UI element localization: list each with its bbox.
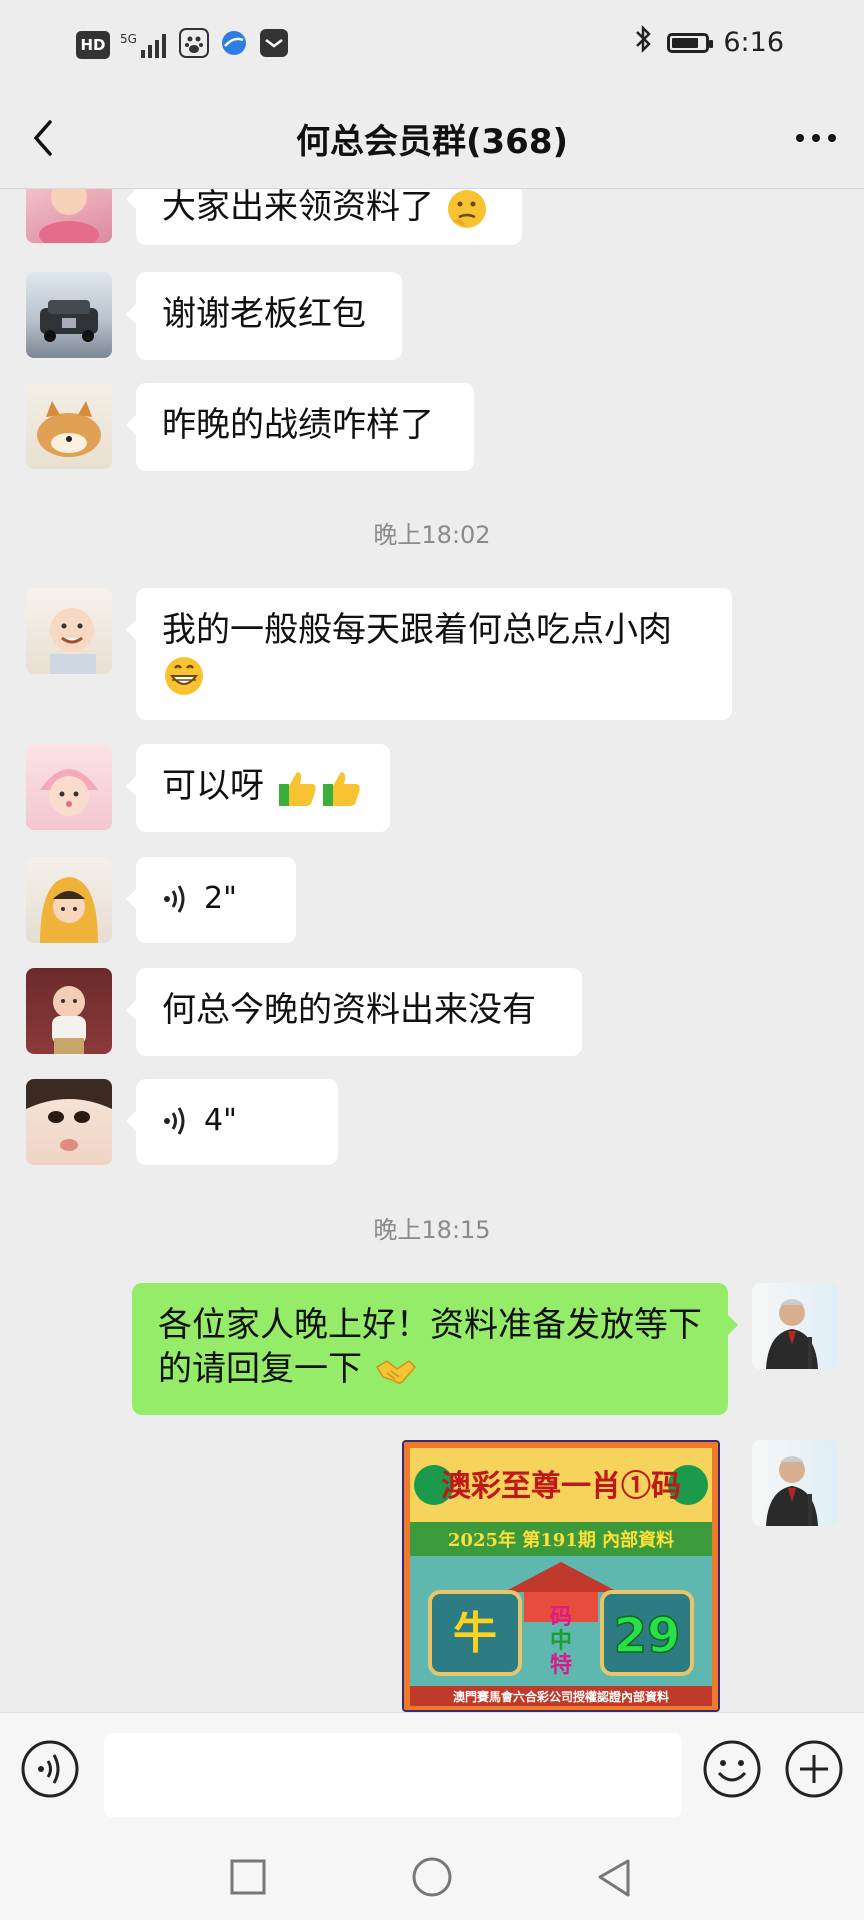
message-bubble[interactable]: 何总今晚的资料出来没有 <box>126 968 582 1056</box>
message-bubble[interactable]: 谢谢老板红包 <box>126 272 402 360</box>
avatar-child-face[interactable] <box>26 1079 112 1165</box>
message-text: 昨晚的战绩咋样了 <box>162 405 434 445</box>
chat-message-list[interactable]: 大家出来领资料了 谢谢老板红包 昨晚的战绩咋样了 晚上18:02 我的一般般每天… <box>0 189 864 1712</box>
battery-icon <box>667 32 714 53</box>
clock: 6:16 <box>723 27 784 58</box>
message-text: 大家出来领资料了 <box>162 189 434 227</box>
emoji-icon[interactable] <box>702 1739 762 1799</box>
image-subtitle: 2025年 第191期 內部資料 <box>448 1529 674 1551</box>
timestamp: 晚上18:15 <box>373 1216 491 1244</box>
input-bar <box>0 1712 864 1843</box>
voice-message-bubble[interactable]: 2" <box>126 857 296 943</box>
voice-duration: 4" <box>204 1103 237 1138</box>
grinning-face-icon <box>165 656 203 695</box>
avatar-car[interactable] <box>26 272 112 358</box>
message-text: 何总今晚的资料出来没有 <box>162 990 536 1030</box>
circle-icon[interactable] <box>410 1857 454 1901</box>
avatar-baby-chair[interactable] <box>26 968 112 1054</box>
image-footer: 澳門賽馬會六合彩公司授權認證內部資料 <box>453 1689 669 1704</box>
voice-icon[interactable] <box>20 1739 80 1799</box>
thinking-face-icon <box>447 189 486 228</box>
avatar-baby-hat[interactable] <box>26 744 112 830</box>
message-bubble[interactable]: 我的一般般每天跟着何总吃点小肉 <box>126 588 732 720</box>
message-bubble[interactable]: 各位家人晚上好！资料准备发放等下的请回复一下 <box>132 1283 738 1415</box>
message-bubble[interactable]: 大家出来领资料了 <box>126 189 522 245</box>
voice-message-bubble[interactable]: 4" <box>126 1079 338 1165</box>
avatar-man-podium[interactable] <box>752 1440 838 1526</box>
chat-header: 何总会员群(368) <box>0 88 864 189</box>
image-vertical-2: 中 <box>550 1628 572 1654</box>
avatar-man-podium[interactable] <box>752 1283 838 1369</box>
image-message[interactable]: 澳彩至尊一肖①码 2025年 第191期 內部資料 牛 29 码 中 特 澳門賽… <box>402 1440 720 1712</box>
message-text: 可以呀 <box>162 766 264 806</box>
thumbs-up-icon <box>322 771 360 806</box>
message-bubble[interactable]: 昨晚的战绩咋样了 <box>126 383 474 471</box>
timestamp: 晚上18:02 <box>373 521 491 549</box>
avatar-dog[interactable] <box>26 383 112 469</box>
status-bar: HD 5G 6:16 <box>0 0 864 88</box>
voice-wave-icon <box>164 885 185 913</box>
browser-icon <box>219 28 249 62</box>
voice-wave-icon <box>164 1107 185 1135</box>
avatar-child-yellow[interactable] <box>26 857 112 943</box>
baidu-icon <box>178 28 209 62</box>
message-text: 各位家人晚上好！资料准备发放等下的请回复一下 <box>158 1305 702 1389</box>
hd-icon: HD <box>76 31 110 59</box>
plus-icon[interactable] <box>784 1739 844 1799</box>
square-icon[interactable] <box>228 1857 268 1897</box>
signal-icon: 5G <box>120 32 169 58</box>
page-title: 何总会员群(368) <box>295 122 569 162</box>
image-vertical-3: 特 <box>550 1652 572 1678</box>
image-vertical-1: 码 <box>550 1604 572 1630</box>
voice-duration: 2" <box>204 881 237 916</box>
back-triangle-icon[interactable] <box>594 1857 634 1901</box>
more-dots-icon[interactable] <box>792 116 840 160</box>
image-number: 29 <box>614 1608 681 1664</box>
network-label: 5G <box>120 32 137 46</box>
thumbs-up-icon <box>278 771 316 806</box>
message-text: 我的一般般每天跟着何总吃点小肉 <box>162 610 672 650</box>
handshake-icon <box>375 1359 416 1384</box>
image-left-glyph: 牛 <box>453 1608 497 1659</box>
image-title: 澳彩至尊一肖①码 <box>441 1469 681 1504</box>
message-text: 谢谢老板红包 <box>162 294 366 334</box>
message-input[interactable] <box>104 1733 682 1817</box>
avatar-baby-pink[interactable] <box>26 189 112 243</box>
system-navigation-bar <box>0 1843 864 1920</box>
message-bubble[interactable]: 可以呀 <box>126 744 390 832</box>
bluetooth-icon <box>633 24 653 61</box>
avatar-baby-smile[interactable] <box>26 588 112 674</box>
message-icon <box>259 28 289 62</box>
